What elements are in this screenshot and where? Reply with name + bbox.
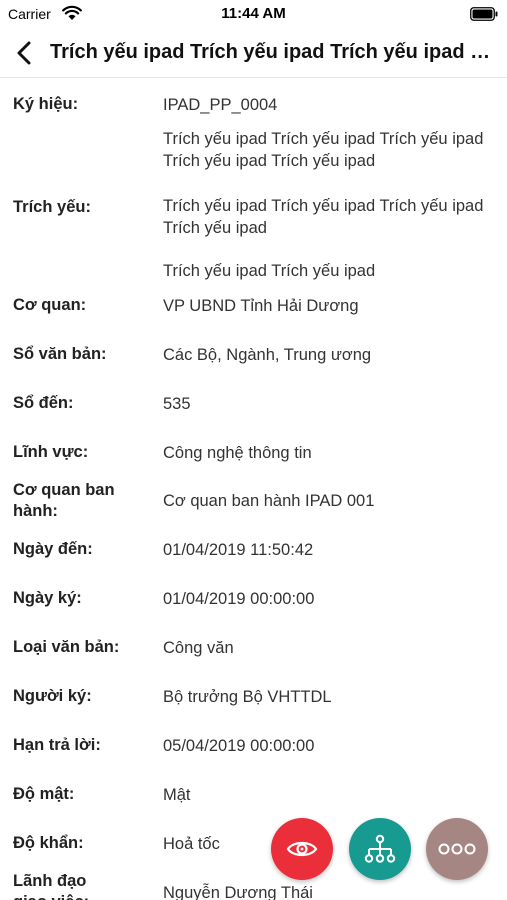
field-label: Sổ văn bản: [13, 345, 107, 363]
field-value: Trích yếu ipad Trích yếu ipad Trích yếu … [163, 130, 484, 170]
field-label: Ký hiệu: [13, 95, 79, 113]
field-label: Người ký: [13, 687, 92, 705]
field-value: Mật [163, 786, 191, 804]
field-label: Lĩnh vực: [13, 443, 89, 461]
field-label: Độ khẩn: [13, 834, 84, 852]
field-label: Ngày đến: [13, 540, 93, 558]
field-label: Cơ quan ban hành: [13, 481, 115, 520]
field-label: Loại văn bản: [13, 638, 120, 656]
field-label: Sổ đến: [13, 394, 74, 412]
field-value: Nguyễn Dương Thái [163, 884, 313, 900]
field-value: Bộ trưởng Bộ VHTTDL [163, 688, 332, 706]
field-value: 535 [163, 395, 191, 413]
field-value: Công nghệ thông tin [163, 444, 312, 462]
field-label: Hạn trả lời: [13, 736, 101, 754]
field-value: VP UBND Tỉnh Hải Dương [163, 297, 359, 315]
field-value: 01/04/2019 00:00:00 [163, 590, 315, 608]
field-label: Ngày ký: [13, 589, 82, 607]
more-options-button[interactable] [426, 818, 488, 880]
field-value: Các Bộ, Ngành, Trung ương [163, 346, 372, 364]
field-value: Cơ quan ban hành IPAD 001 [163, 492, 375, 510]
field-label: Trích yếu: [13, 198, 91, 216]
org-chart-icon [364, 834, 396, 863]
field-label: Độ mật: [13, 785, 75, 803]
field-label: Lãnh đạo giao việc: [13, 872, 89, 900]
status-time: 11:44 AM [221, 5, 286, 22]
battery-icon [470, 7, 498, 21]
field-value: Trích yếu ipad Trích yếu ipad Trích yếu … [163, 197, 484, 237]
field-value: IPAD_PP_0004 [163, 96, 278, 114]
field-value: Công văn [163, 639, 234, 657]
field-value: Trích yếu ipad Trích yếu ipad [163, 262, 376, 280]
workflow-tree-button[interactable] [349, 818, 411, 880]
eye-icon [286, 841, 318, 857]
view-button[interactable] [271, 818, 333, 880]
back-chevron-icon[interactable] [10, 38, 40, 68]
field-value: 05/04/2019 00:00:00 [163, 737, 315, 755]
document-details: Ký hiệu: IPAD_PP_0004 Trích yếu ipad Trí… [0, 78, 507, 900]
field-label: Cơ quan: [13, 296, 87, 314]
more-dots-icon [438, 843, 476, 855]
navigation-bar: Trích yếu ipad Trích yếu ipad Trích yếu … [0, 28, 507, 78]
status-bar: Carrier 11:44 AM [0, 0, 507, 28]
field-value: 01/04/2019 11:50:42 [163, 541, 314, 559]
page-title: Trích yếu ipad Trích yếu ipad Trích yếu … [50, 41, 495, 63]
